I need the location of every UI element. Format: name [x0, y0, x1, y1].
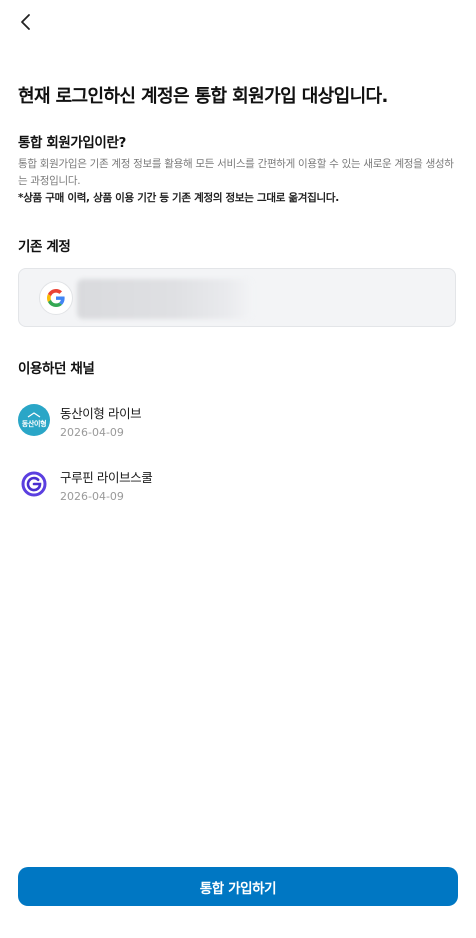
- gurupin-channel-icon: [18, 468, 50, 500]
- channel-item-gurupin: 구루핀 라이브스쿨 2026-04-09: [18, 468, 438, 512]
- channel-date: 2026-04-09: [60, 426, 124, 439]
- join-button[interactable]: 통합 가입하기: [18, 867, 458, 906]
- chevron-left-icon: [21, 14, 30, 30]
- channel-name: 구루핀 라이브스쿨: [60, 470, 153, 485]
- channel-date: 2026-04-09: [60, 490, 124, 503]
- intro-heading: 통합 회원가입이란?: [18, 135, 126, 151]
- intro-note: *상품 구매 이력, 상품 이용 기간 등 기존 계정의 정보는 그대로 옮겨집…: [18, 192, 339, 204]
- dongsan-icon-text: 동산이형: [21, 419, 47, 428]
- back-button[interactable]: [12, 8, 40, 36]
- existing-account-heading: 기존 계정: [18, 239, 71, 255]
- dongsan-channel-icon: 동산이형: [18, 404, 50, 436]
- channels-heading: 이용하던 채널: [18, 361, 95, 377]
- redacted-email: [77, 279, 253, 319]
- intro-description: 통합 회원가입은 기존 계정 정보를 활용해 모든 서비스를 간편하게 이용할 …: [18, 158, 454, 187]
- google-icon: [39, 281, 73, 315]
- channel-name: 동산이형 라이브: [60, 406, 142, 421]
- channel-item-dongsan: 동산이형 동산이형 라이브 2026-04-09: [18, 404, 438, 448]
- existing-account-card: [18, 268, 456, 327]
- page-title: 현재 로그인하신 계정은 통합 회원가입 대상입니다.: [18, 86, 388, 107]
